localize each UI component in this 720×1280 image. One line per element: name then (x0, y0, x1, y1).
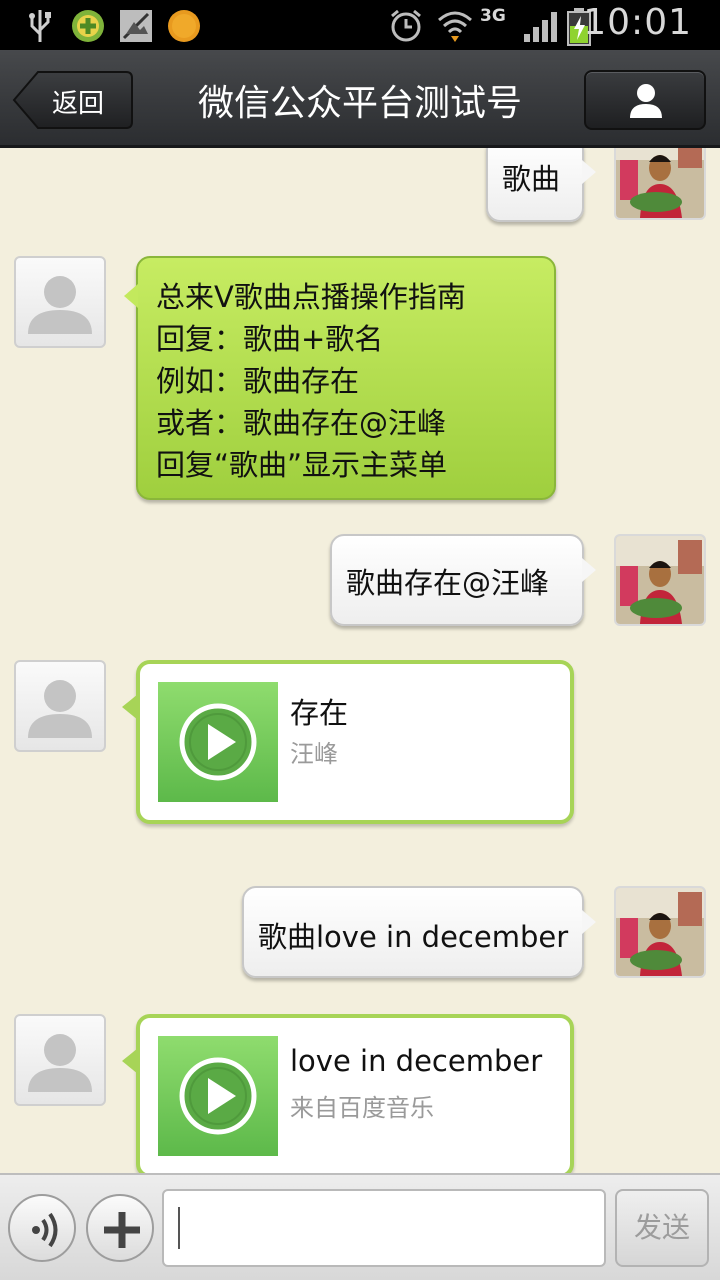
account-avatar[interactable] (14, 1014, 106, 1106)
default-person-icon (28, 276, 92, 334)
play-icon (179, 1057, 257, 1135)
plus-icon (104, 1212, 140, 1248)
music-title: 存在 (290, 696, 349, 730)
message-input[interactable] (162, 1189, 606, 1267)
guide-text: 总来V歌曲点播操作指南 回复：歌曲+歌名 例如：歌曲存在 或者：歌曲存在@汪峰 … (156, 276, 466, 486)
plus-button[interactable] (86, 1194, 154, 1262)
app-plus-icon (72, 10, 104, 42)
no-sim-icon (120, 10, 152, 42)
play-icon (179, 703, 257, 781)
music-thumbnail[interactable] (158, 682, 278, 802)
default-person-icon (28, 680, 92, 738)
music-title: love in december (290, 1044, 543, 1078)
user-avatar[interactable] (614, 886, 706, 978)
voice-icon (32, 1212, 58, 1248)
default-person-icon (28, 1034, 92, 1092)
back-label: 返回 (52, 89, 105, 119)
music-artist: 汪峰 (290, 740, 338, 768)
music-card[interactable]: 存在 汪峰 (122, 660, 574, 824)
chat-header: 返回 微信公众平台测试号 (0, 50, 720, 148)
voice-button[interactable] (8, 1194, 76, 1262)
guide-line: 例如：歌曲存在 (156, 364, 360, 398)
signal-icon (524, 12, 557, 42)
message-text: 歌曲love in december (258, 920, 569, 954)
user-message-bubble[interactable]: 歌曲 (486, 148, 596, 222)
status-time: 10:01 (583, 2, 692, 43)
user-avatar[interactable] (614, 148, 706, 220)
guide-line: 或者：歌曲存在@汪峰 (156, 406, 447, 440)
profile-button[interactable] (584, 70, 706, 130)
message-list[interactable]: 歌曲 总来V歌曲点播操作指南 回复：歌曲+歌名 例如：歌曲存在 或者：歌曲存在@… (0, 148, 720, 1173)
chat-title: 微信公众平台测试号 (197, 83, 522, 124)
guide-line: 总来V歌曲点播操作指南 (156, 280, 466, 314)
text-cursor (178, 1207, 180, 1249)
music-card[interactable]: love in december 来自百度音乐 (122, 1014, 574, 1173)
send-button[interactable]: 发送 (615, 1189, 709, 1267)
network-type: 3G (480, 6, 506, 26)
guide-line: 回复：歌曲+歌名 (156, 322, 384, 356)
person-icon (630, 84, 662, 118)
user-message-bubble[interactable]: 歌曲love in december (242, 886, 596, 978)
account-avatar[interactable] (14, 660, 106, 752)
input-bar: 发送 (0, 1173, 720, 1280)
status-bar: 3G 10:01 (0, 0, 720, 50)
account-message-bubble[interactable]: 总来V歌曲点播操作指南 回复：歌曲+歌名 例如：歌曲存在 或者：歌曲存在@汪峰 … (124, 256, 556, 500)
alarm-icon (391, 9, 421, 42)
user-avatar[interactable] (614, 534, 706, 626)
message-text: 歌曲存在@汪峰 (346, 566, 550, 600)
account-avatar[interactable] (14, 256, 106, 348)
message-text: 歌曲 (502, 162, 561, 196)
guide-line: 回复“歌曲”显示主菜单 (156, 448, 448, 482)
user-message-bubble[interactable]: 歌曲存在@汪峰 (330, 534, 596, 626)
wifi-icon (438, 11, 472, 42)
orange-app-icon (168, 10, 200, 42)
usb-icon (29, 10, 51, 42)
music-thumbnail[interactable] (158, 1036, 278, 1156)
music-source: 来自百度音乐 (290, 1094, 434, 1122)
back-button[interactable]: 返回 (12, 70, 134, 130)
